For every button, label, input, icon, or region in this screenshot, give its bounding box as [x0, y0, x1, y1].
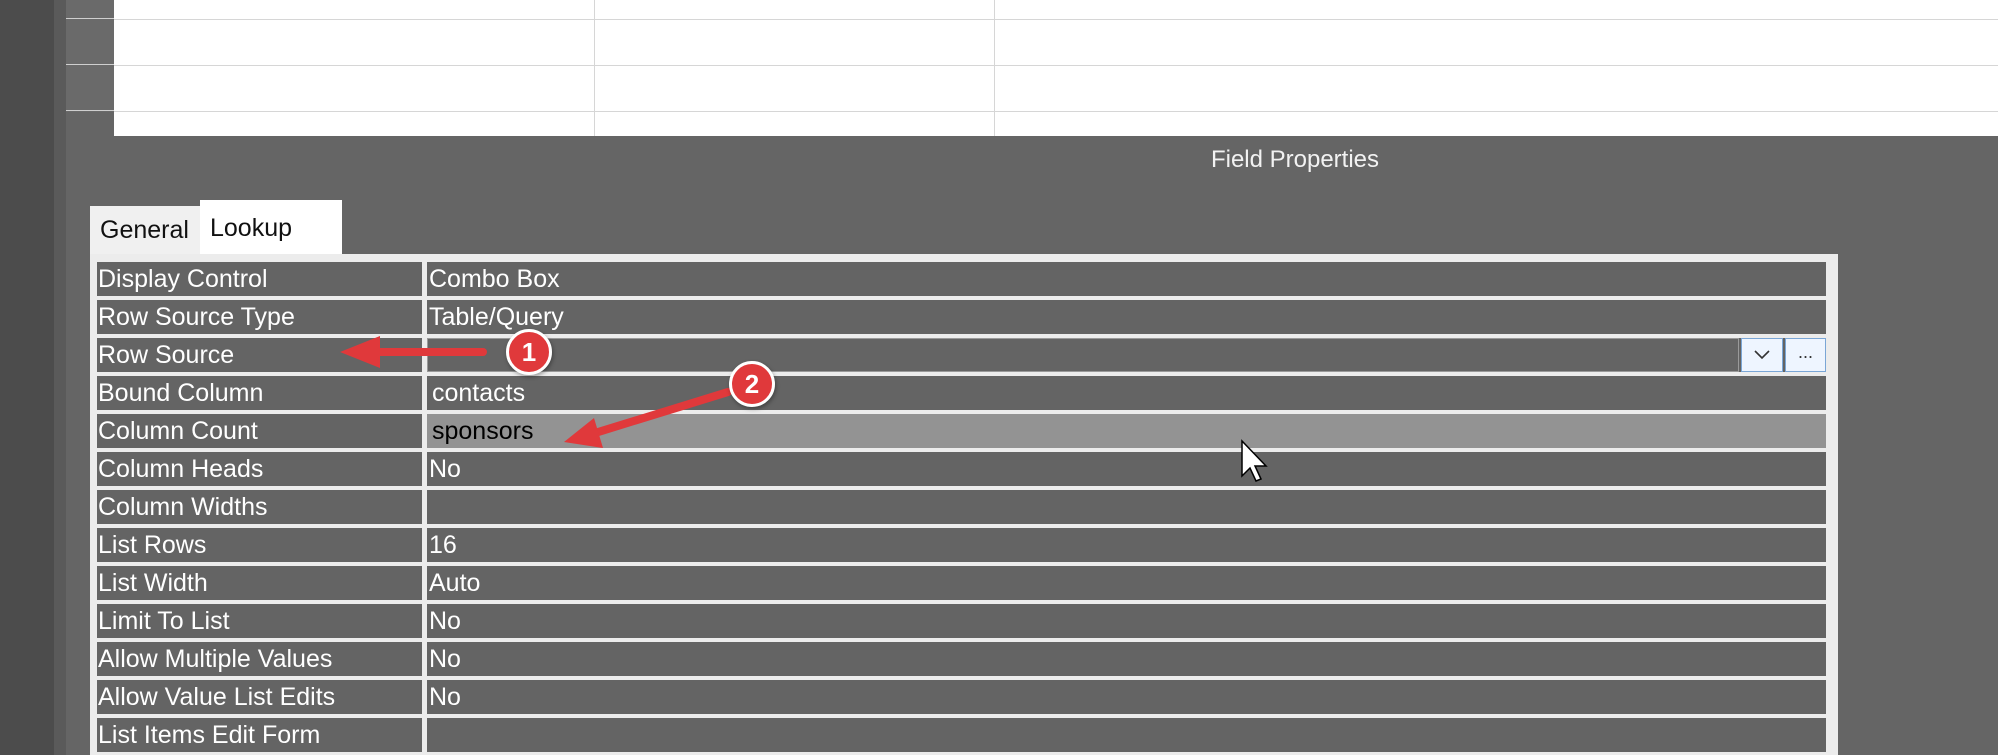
- annotation-badge-1: 1: [506, 329, 552, 375]
- annotation-arrows: [340, 336, 1268, 482]
- annotation-badge-2: 2: [729, 361, 775, 407]
- mouse-pointer-icon: [1241, 439, 1268, 482]
- arrow-1: [340, 336, 487, 368]
- arrow-2: [564, 388, 732, 448]
